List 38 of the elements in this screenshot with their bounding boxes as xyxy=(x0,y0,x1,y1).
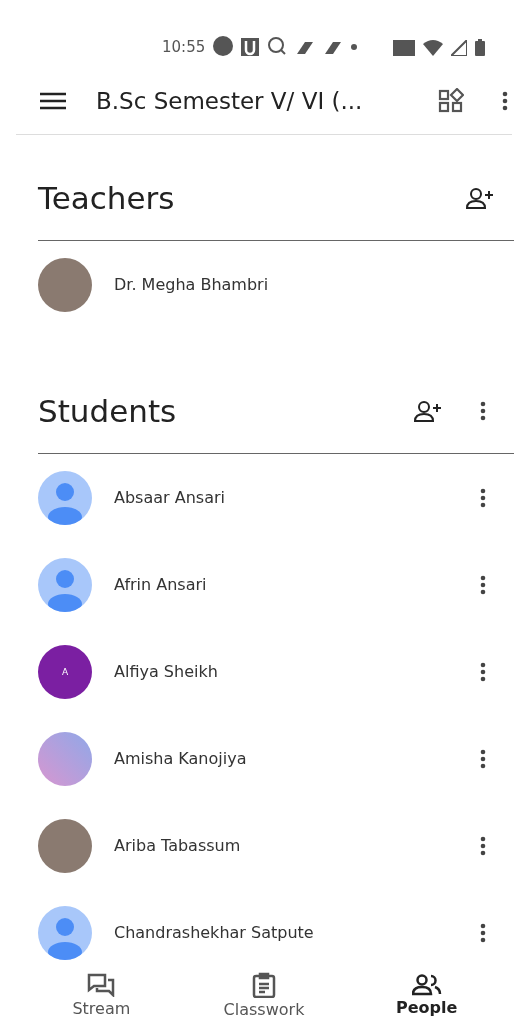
avatar-letter: A xyxy=(61,666,69,677)
more-icon xyxy=(480,661,486,682)
more-icon xyxy=(480,835,486,856)
section-title: Teachers xyxy=(38,179,176,216)
avatar-icon xyxy=(38,905,92,960)
avatar-icon xyxy=(38,557,92,612)
avatar-photo-placeholder xyxy=(38,818,92,873)
person-name: Chandrashekhar Satpute xyxy=(114,923,315,942)
more-icon xyxy=(480,748,486,769)
wifi-icon xyxy=(423,40,444,56)
more-icon xyxy=(480,400,486,421)
notification-icon xyxy=(241,38,260,56)
nav-tab[interactable]: People xyxy=(361,960,492,1030)
nav-tab[interactable]: Classwork xyxy=(199,960,329,1030)
people-icon xyxy=(411,973,442,996)
more-icon xyxy=(480,574,486,595)
person-name: Amisha Kanojiya xyxy=(114,749,248,768)
add-person-icon xyxy=(466,186,496,209)
person-name: Afrin Ansari xyxy=(114,575,208,594)
avatar-image xyxy=(38,731,92,786)
person-name: Ariba Tabassum xyxy=(114,836,242,855)
avatar-icon xyxy=(38,470,92,525)
status-time: 10:55 xyxy=(162,38,206,56)
signal-icon xyxy=(451,40,468,56)
class-title: B.Sc Semester V/ VI (... xyxy=(96,88,364,114)
person-name: Alfiya Sheikh xyxy=(114,662,219,681)
add-person-icon xyxy=(414,399,444,422)
avatar-photo-placeholder xyxy=(38,257,92,312)
more-icon xyxy=(502,91,508,111)
person-name: Dr. Megha Bhambri xyxy=(114,275,270,294)
battery-icon xyxy=(475,39,486,56)
more-icon xyxy=(480,922,486,943)
more-icon xyxy=(480,487,486,508)
dot-icon xyxy=(351,44,358,50)
section-title: Students xyxy=(38,392,178,429)
person-name: Absaar Ansari xyxy=(114,488,226,507)
clipboard-icon xyxy=(252,971,276,998)
nav-tab[interactable]: Stream xyxy=(36,960,167,1030)
